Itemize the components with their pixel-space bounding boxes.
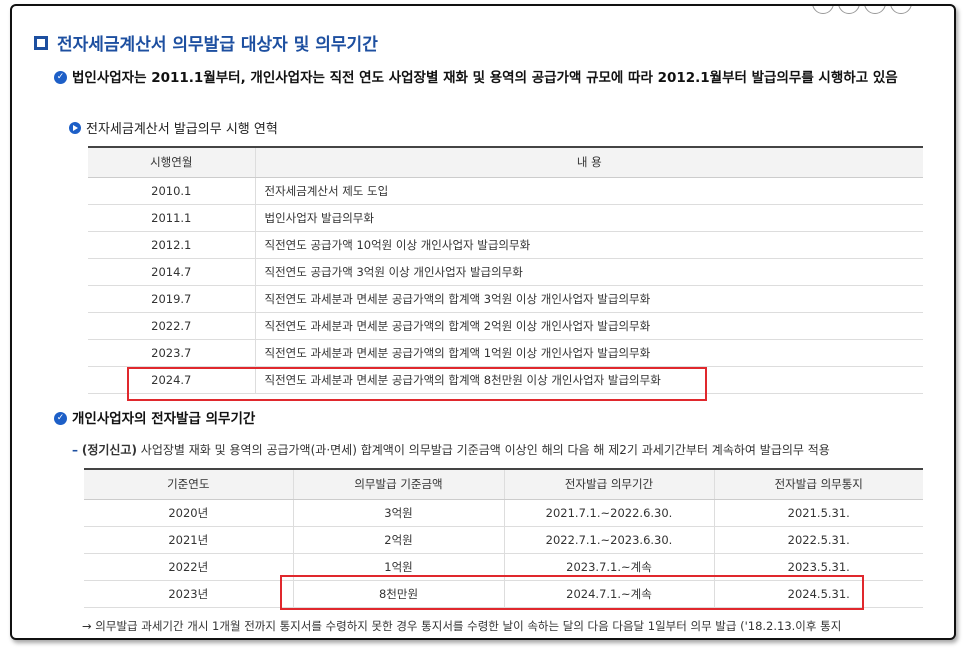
top-controls — [812, 6, 912, 14]
history-header-row: 시행연월 내 용 — [88, 147, 923, 178]
period-note-text: 사업장별 재화 및 용역의 공급가액(과·면세) 합계액이 의무발급 기준금액 … — [136, 443, 830, 457]
period-footnote: → 의무발급 과세기간 개시 1개월 전까지 통지서를 수령하지 못한 경우 통… — [82, 619, 842, 633]
history-date-cell: 2011.1 — [88, 204, 256, 232]
history-date-cell: 2022.7 — [88, 312, 256, 340]
intro-text: 법인사업자는 2011.1월부터, 개인사업자는 직전 연도 사업장별 재화 및… — [72, 70, 898, 86]
period-heading: ✓ 개인사업자의 전자발급 의무기간 — [54, 409, 255, 429]
history-content-cell: 직전연도 공급가액 10억원 이상 개인사업자 발급의무화 — [255, 231, 923, 259]
period-row: 2021년 2억원 2022.7.1.~2023.6.30. 2022.5.31. — [84, 526, 923, 554]
history-col-date: 시행연월 — [88, 147, 256, 178]
history-heading: 전자세금계산서 발급의무 시행 연혁 — [69, 118, 278, 137]
period-col-year: 기준연도 — [84, 469, 294, 500]
history-date-cell: 2010.1 — [88, 177, 256, 205]
history-row: 2011.1 법인사업자 발급의무화 — [88, 204, 923, 232]
circle-button-2[interactable] — [838, 6, 860, 14]
period-col-amount: 의무발급 기준금액 — [293, 469, 505, 500]
history-content-cell: 직전연도 과세분과 면세분 공급가액의 합계액 1억원 이상 개인사업자 발급의… — [255, 339, 923, 367]
period-col-notice: 전자발급 의무통지 — [714, 469, 923, 500]
section-title: 전자세금계산서 의무발급 대상자 및 의무기간 — [34, 30, 378, 55]
play-circle-icon — [69, 121, 81, 134]
period-notice-cell: 2021.5.31. — [714, 499, 923, 527]
history-content-cell: 직전연도 과세분과 면세분 공급가액의 합계액 3억원 이상 개인사업자 발급의… — [255, 285, 923, 313]
period-note: – (정기신고) 사업장별 재화 및 용역의 공급가액(과·면세) 합계액이 의… — [72, 441, 830, 458]
period-amount-cell: 2억원 — [293, 526, 505, 554]
period-heading-text: 개인사업자의 전자발급 의무기간 — [72, 411, 256, 427]
period-year-cell: 2021년 — [84, 526, 294, 554]
history-row: 2014.7 직전연도 공급가액 3억원 이상 개인사업자 발급의무화 — [88, 258, 923, 286]
intro-line: ✓ 법인사업자는 2011.1월부터, 개인사업자는 직전 연도 사업장별 재화… — [54, 68, 934, 88]
history-col-content: 내 용 — [255, 147, 923, 178]
history-heading-text: 전자세금계산서 발급의무 시행 연혁 — [86, 122, 278, 137]
history-row: 2023.7 직전연도 과세분과 면세분 공급가액의 합계액 1억원 이상 개인사… — [88, 339, 923, 367]
period-year-cell: 2020년 — [84, 499, 294, 527]
dash-marker: – — [72, 443, 78, 457]
circle-button-3[interactable] — [864, 6, 886, 14]
history-date-cell: 2019.7 — [88, 285, 256, 313]
history-row: 2010.1 전자세금계산서 제도 도입 — [88, 177, 923, 205]
circle-button-4[interactable] — [890, 6, 912, 14]
period-duration-cell: 2022.7.1.~2023.6.30. — [504, 526, 715, 554]
highlight-box-history — [127, 367, 707, 401]
period-amount-cell: 3억원 — [293, 499, 505, 527]
history-row: 2012.1 직전연도 공급가액 10억원 이상 개인사업자 발급의무화 — [88, 231, 923, 259]
section-title-text: 전자세금계산서 의무발급 대상자 및 의무기간 — [57, 35, 378, 55]
period-header-row: 기준연도 의무발급 기준금액 전자발급 의무기간 전자발급 의무통지 — [84, 469, 923, 500]
history-table: 시행연월 내 용 2010.1 전자세금계산서 제도 도입 2011.1 법인사업자 … — [88, 146, 923, 394]
history-content-cell: 직전연도 공급가액 3억원 이상 개인사업자 발급의무화 — [255, 258, 923, 286]
history-content-cell: 전자세금계산서 제도 도입 — [255, 177, 923, 205]
history-row: 2019.7 직전연도 과세분과 면세분 공급가액의 합계액 3억원 이상 개인사… — [88, 285, 923, 313]
circle-button-1[interactable] — [812, 6, 834, 14]
period-year-cell: 2023년 — [84, 580, 294, 608]
period-year-cell: 2022년 — [84, 553, 294, 581]
period-row: 2020년 3억원 2021.7.1.~2022.6.30. 2021.5.31. — [84, 499, 923, 527]
history-date-cell: 2012.1 — [88, 231, 256, 259]
history-row: 2022.7 직전연도 과세분과 면세분 공급가액의 합계액 2억원 이상 개인사… — [88, 312, 923, 340]
highlight-box-period — [280, 575, 864, 610]
square-bullet-icon — [34, 35, 48, 50]
history-date-cell: 2014.7 — [88, 258, 256, 286]
period-col-duration: 전자발급 의무기간 — [504, 469, 715, 500]
check-icon: ✓ — [54, 412, 67, 425]
history-date-cell: 2023.7 — [88, 339, 256, 367]
history-content-cell: 직전연도 과세분과 면세분 공급가액의 합계액 2억원 이상 개인사업자 발급의… — [255, 312, 923, 340]
period-duration-cell: 2021.7.1.~2022.6.30. — [504, 499, 715, 527]
check-icon: ✓ — [54, 71, 67, 84]
history-content-cell: 법인사업자 발급의무화 — [255, 204, 923, 232]
period-note-label: (정기신고) — [81, 443, 137, 457]
content-frame: 전자세금계산서 의무발급 대상자 및 의무기간 ✓ 법인사업자는 2011.1월… — [10, 4, 956, 640]
period-notice-cell: 2022.5.31. — [714, 526, 923, 554]
